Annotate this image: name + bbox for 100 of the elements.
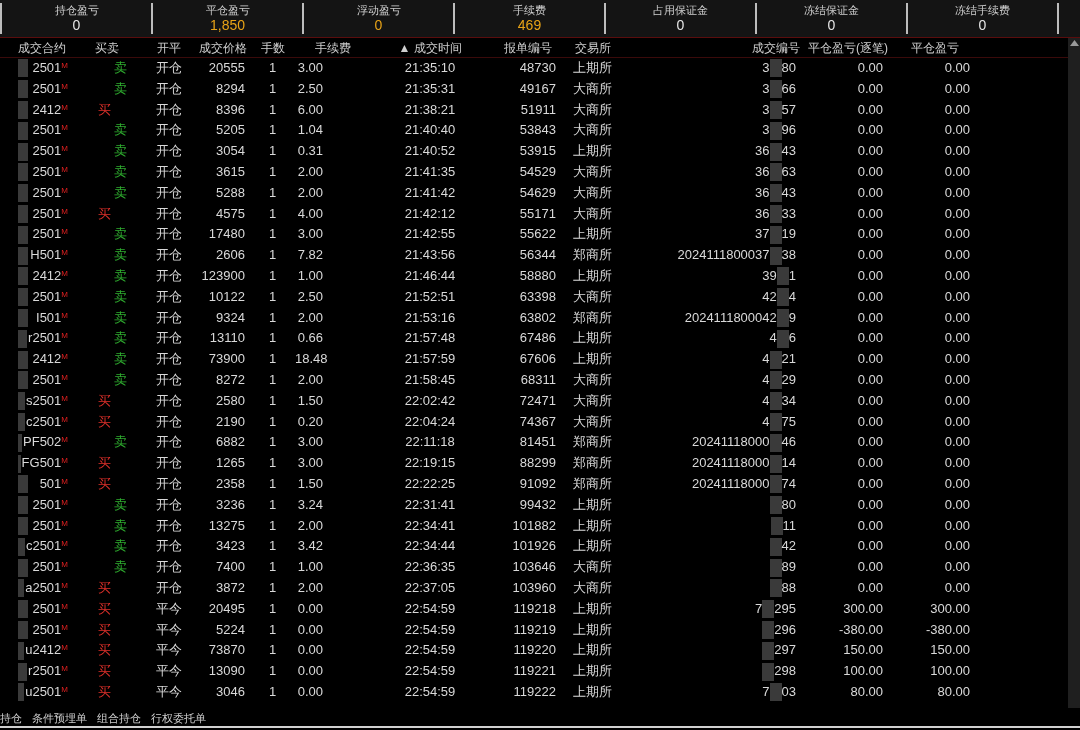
side-text: 买 <box>97 641 112 660</box>
table-cell-text: 1 <box>267 454 278 473</box>
side-text: 买 <box>97 682 112 701</box>
table-cell-text: 2.00 <box>296 163 324 181</box>
table-cell-text: 1 <box>267 183 278 202</box>
table-cell-text: 开仓 <box>154 516 183 535</box>
column-header[interactable]: 手续费 <box>295 38 370 57</box>
table-cell-text: 17480 <box>207 225 246 244</box>
trade-id-text: 11 <box>782 516 796 535</box>
column-header[interactable]: 成交合约 <box>0 38 72 57</box>
table-cell-text: 2.00 <box>296 183 324 202</box>
table-cell-text: 1.00 <box>296 266 324 285</box>
column-header[interactable]: 报单编号 <box>490 38 565 57</box>
table-cell-text: 开仓 <box>154 433 183 452</box>
trade-id-text: 297 <box>774 641 796 660</box>
blurred-region <box>762 641 775 660</box>
side-text: 卖 <box>113 370 128 389</box>
table-cell-text: 0.00 <box>296 662 324 681</box>
side-text: 卖 <box>113 225 128 244</box>
side-text: 买 <box>97 578 112 597</box>
contract-text: 2501$^{M}$ <box>32 163 68 181</box>
bottom-tab[interactable]: 组合持仓 <box>97 710 141 726</box>
column-header[interactable]: ▲ 成交时间 <box>370 38 490 57</box>
table-cell-text: 大商所 <box>572 204 613 223</box>
table-cell-text: 0.00 <box>296 599 324 618</box>
table-cell-text: 0.00 <box>856 246 884 265</box>
side-text: 买 <box>97 204 112 223</box>
table-cell-text: 119218 <box>512 599 557 618</box>
trade-id-text: 3 <box>762 100 770 119</box>
table-cell-text: 开仓 <box>154 287 183 306</box>
table-cell-text: 21:43:56 <box>403 246 457 265</box>
blurred-region <box>762 600 775 619</box>
trade-id-text: 37 <box>755 225 770 244</box>
contract-text: 2412$^{M}$ <box>32 350 68 369</box>
table-cell-text: 开仓 <box>154 558 183 577</box>
table-cell-text: 10122 <box>207 287 246 306</box>
blurred-region <box>18 433 22 452</box>
contract-text: 2501$^{M}$ <box>32 225 68 244</box>
table-cell-text: 1 <box>267 163 278 181</box>
table-cell-text: 1 <box>267 350 278 369</box>
trade-id-text: 80 <box>781 59 796 77</box>
table-cell-text: 上期所 <box>572 329 613 348</box>
bottom-tab[interactable]: 行权委托单 <box>151 710 206 726</box>
trade-id-text: 96 <box>781 121 796 140</box>
bottom-tab[interactable]: 持仓 <box>0 710 22 726</box>
table-cell-text: 22:02:42 <box>403 391 457 410</box>
column-header[interactable]: 平仓盈亏 <box>890 38 980 57</box>
table-cell-text: 6.00 <box>296 100 324 119</box>
trade-id-text: 6 <box>788 329 796 348</box>
table-cell-text: 0.00 <box>943 412 971 431</box>
table-cell-text: 2.50 <box>296 79 324 98</box>
table-cell-text: 0.00 <box>943 183 971 202</box>
table-cell-text: 1 <box>267 474 278 493</box>
table-cell-text: 21:52:51 <box>403 287 457 306</box>
column-header[interactable]: 开平 <box>142 38 195 57</box>
scrollbar[interactable] <box>1068 38 1080 708</box>
table-cell-text: 开仓 <box>154 183 183 202</box>
column-header[interactable]: 手数 <box>250 38 295 57</box>
scroll-up-icon[interactable] <box>1069 40 1079 46</box>
trade-id-text: 89 <box>781 558 796 577</box>
table-cell-text: 21:40:52 <box>403 142 457 161</box>
table-cell-text: 0.00 <box>856 79 884 98</box>
table-cell-text: 1 <box>267 100 278 119</box>
table-cell-text: 0.20 <box>296 412 324 431</box>
table-cell-text: 开仓 <box>154 121 183 140</box>
column-header[interactable]: 交易所 <box>565 38 620 57</box>
table-cell-text: 开仓 <box>154 350 183 369</box>
trade-id-text: 19 <box>781 225 796 244</box>
table-cell-text: 21:57:48 <box>403 329 457 348</box>
column-header[interactable]: 平仓盈亏(逐笔) <box>800 38 890 57</box>
trade-id-text: 14 <box>781 454 796 473</box>
blurred-region <box>18 537 25 556</box>
table-cell-text: 22:54:59 <box>403 599 457 618</box>
trade-id-text: 4 <box>762 412 770 431</box>
blurred-region <box>762 662 775 681</box>
table-cell-text: 开仓 <box>154 370 183 389</box>
table-cell-text: 22:11:18 <box>404 433 456 452</box>
table-cell-text: 3.00 <box>296 433 324 452</box>
blurred-region <box>18 662 28 681</box>
column-header[interactable]: 买卖 <box>72 38 142 57</box>
contract-text: 2501$^{M}$ <box>32 620 68 639</box>
table-cell-text: 郑商所 <box>572 474 613 493</box>
table-cell-text: 平今 <box>154 662 183 681</box>
column-header[interactable]: 成交价格 <box>195 38 250 57</box>
table-cell-text: 0.00 <box>943 578 971 597</box>
table-cell-text: 平今 <box>154 641 183 660</box>
table-cell-text: 22:34:41 <box>403 516 457 535</box>
trade-id-text: 39 <box>762 266 777 285</box>
bottom-tab[interactable]: 条件预埋单 <box>32 710 87 726</box>
side-text: 卖 <box>113 183 128 202</box>
table-cell-text: 0.00 <box>856 121 884 140</box>
blurred-region <box>769 59 782 78</box>
table-cell-text: 13090 <box>207 662 246 681</box>
table-cell-text: 开仓 <box>154 329 183 348</box>
side-text: 卖 <box>113 121 128 140</box>
trade-id-text: 20241118000 <box>691 474 770 493</box>
table-cell-text: 开仓 <box>154 308 183 327</box>
table-cell-text: 21:42:12 <box>403 204 457 223</box>
table-cell-text: 0.00 <box>856 578 884 597</box>
column-header[interactable]: 成交编号 <box>620 38 800 57</box>
